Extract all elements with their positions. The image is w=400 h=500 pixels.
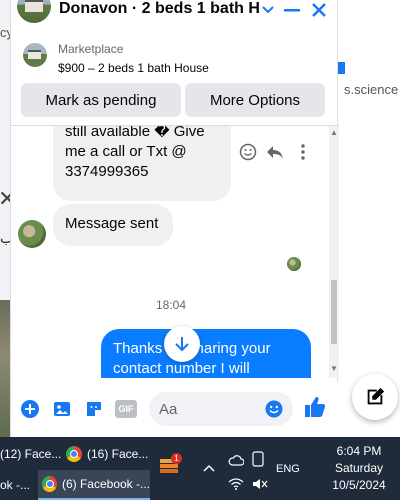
- chat-header[interactable]: Donavon · 2 beds 1 bath H...: [11, 0, 339, 24]
- more-options-button[interactable]: More Options: [185, 83, 325, 117]
- more-actions-icon[interactable]: [293, 142, 313, 162]
- like-thumbs-up-icon[interactable]: [304, 396, 326, 418]
- taskbar-item-label: ok -...: [0, 478, 31, 492]
- react-emoji-icon[interactable]: [238, 142, 258, 162]
- gif-icon[interactable]: GIF: [115, 398, 137, 420]
- background-photo: [0, 300, 10, 437]
- listing-thumbnail: [23, 43, 47, 67]
- message-line: 3374999365: [65, 163, 149, 180]
- clock-day: Saturday: [334, 461, 384, 475]
- outgoing-message[interactable]: Thanks for sharing your contact number I…: [101, 329, 311, 378]
- arrow-down-icon: [175, 337, 189, 352]
- system-clock[interactable]: 6:04 PM Saturday 10/5/2024: [318, 443, 400, 494]
- plus-icon[interactable]: [19, 398, 41, 420]
- contact-avatar[interactable]: [18, 220, 46, 248]
- notification-badge: 1: [171, 453, 182, 464]
- taskbar-item-facebook-12[interactable]: (12) Face...: [0, 439, 62, 469]
- taskbar-item-facebook-16[interactable]: (16) Face...: [66, 439, 150, 469]
- taskbar-item-partial[interactable]: ok -...: [0, 470, 36, 500]
- compose-icon: [367, 387, 385, 405]
- chrome-icon: [66, 446, 82, 462]
- clock-time: 6:04 PM: [336, 444, 382, 458]
- taskbar-item-label: (6) Facebook -...: [61, 477, 150, 491]
- chrome-icon: [42, 476, 57, 492]
- cloud-icon[interactable]: [228, 453, 245, 471]
- message-timestamp: 18:04: [155, 298, 187, 312]
- incoming-message[interactable]: still available � Give me a call or Txt …: [53, 126, 231, 201]
- background-page-right: [338, 0, 400, 437]
- language-indicator[interactable]: ENG: [276, 463, 300, 475]
- emoji-icon[interactable]: [263, 398, 285, 420]
- gif-label: GIF: [118, 404, 134, 414]
- taskbar-item-label: (12) Face...: [0, 447, 62, 461]
- message-line: Thanks for sharing your: [113, 340, 271, 357]
- notification-app-icon[interactable]: 1: [158, 453, 182, 477]
- background-link-fragment: s.science: [344, 82, 399, 97]
- incoming-message[interactable]: Message sent: [53, 204, 173, 246]
- listing-avatar[interactable]: [17, 0, 51, 23]
- volume-muted-icon[interactable]: [252, 477, 268, 495]
- message-composer: GIF: [11, 382, 339, 437]
- chevron-down-icon[interactable]: [257, 0, 279, 20]
- marketplace-listing-row[interactable]: Marketplace $900 – 2 beds 1 bath House: [11, 37, 339, 79]
- message-scrollbar[interactable]: ▲ ▼: [329, 126, 339, 378]
- clock-date: 10/5/2024: [332, 478, 386, 492]
- scroll-down-arrow[interactable]: ▼: [330, 364, 338, 373]
- minimize-icon[interactable]: [281, 0, 303, 20]
- chevron-up-icon[interactable]: [203, 459, 215, 477]
- taskbar-item-facebook-6[interactable]: (6) Facebook -...: [38, 470, 150, 500]
- message-line: contact number I will: [113, 360, 250, 377]
- messenger-chat-window: Donavon · 2 beds 1 bath H... Marketplace…: [10, 0, 339, 437]
- photo-icon[interactable]: [51, 398, 73, 420]
- new-message-button[interactable]: [352, 374, 398, 420]
- scroll-up-arrow[interactable]: ▲: [330, 128, 338, 137]
- windows-taskbar: (12) Face... (16) Face... ok -... (6) Fa…: [0, 437, 400, 500]
- message-line: Message sent: [65, 215, 159, 232]
- scroll-to-bottom-button[interactable]: [164, 326, 200, 362]
- phone-link-icon[interactable]: [252, 451, 264, 472]
- marketplace-label: Marketplace: [58, 42, 124, 56]
- seen-receipt-avatar: [287, 257, 301, 271]
- reply-icon[interactable]: [265, 142, 285, 162]
- message-line: me a call or Txt @: [65, 143, 187, 160]
- scrollbar-thumb[interactable]: [331, 280, 337, 344]
- mark-as-pending-button[interactable]: Mark as pending: [21, 83, 181, 117]
- wifi-icon[interactable]: [228, 477, 244, 495]
- chat-title[interactable]: Donavon · 2 beds 1 bath H...: [59, 0, 259, 18]
- close-icon[interactable]: [308, 0, 330, 20]
- message-line: still available � Give: [65, 126, 205, 140]
- taskbar-item-label: (16) Face...: [87, 447, 149, 461]
- listing-title: $900 – 2 beds 1 bath House: [58, 61, 209, 75]
- sticker-icon[interactable]: [83, 398, 105, 420]
